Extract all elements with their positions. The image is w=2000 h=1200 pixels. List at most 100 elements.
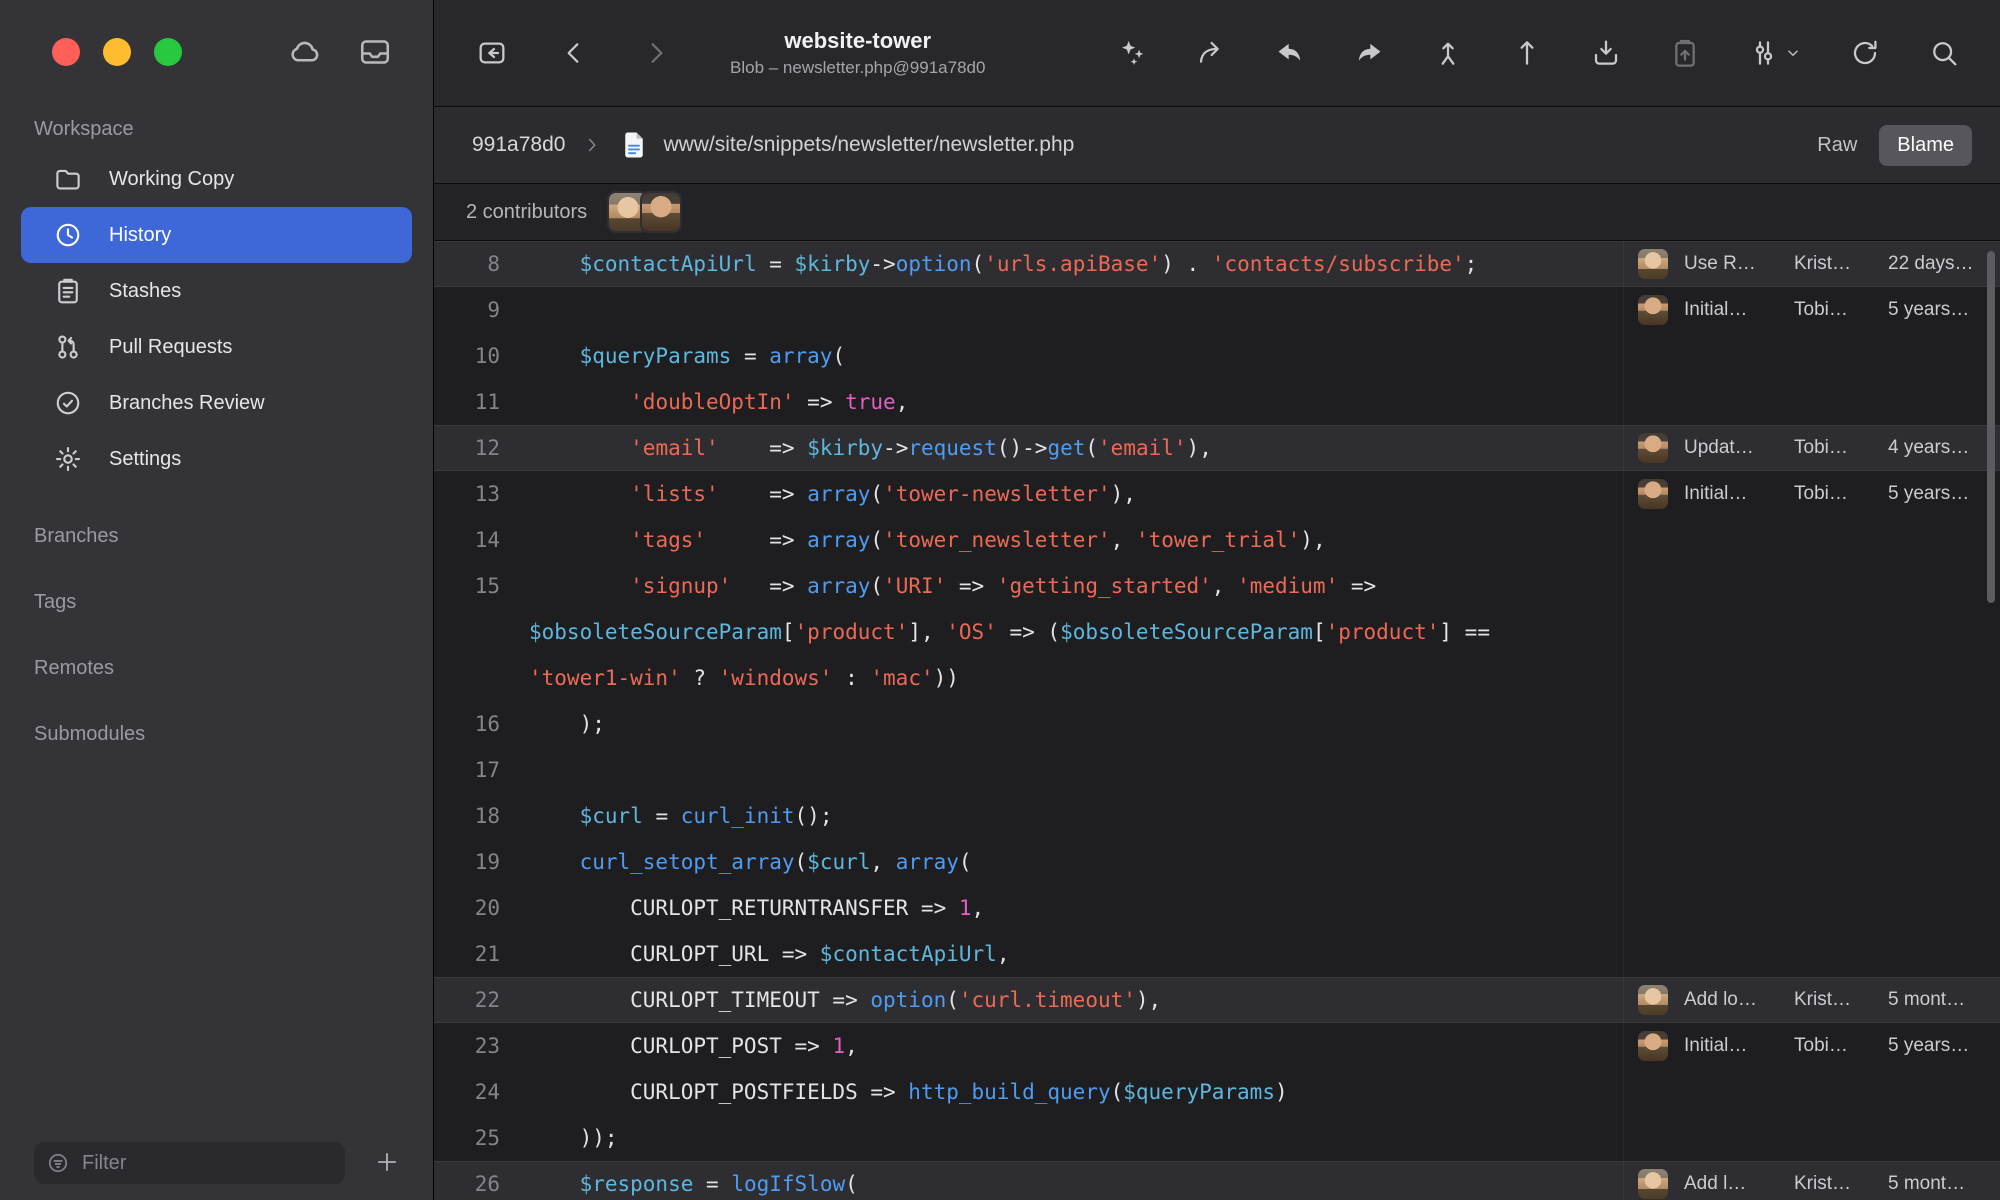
code-line: CURLOPT_URL => $contactApiUrl, <box>529 942 1010 966</box>
code-row[interactable]: 21 CURLOPT_URL => $contactApiUrl, <box>434 931 2000 977</box>
cloud-icon[interactable] <box>287 34 323 70</box>
sidebar-item-settings[interactable]: Settings <box>21 431 412 487</box>
code-row[interactable]: 'tower1-win' ? 'windows' : 'mac')) <box>434 655 2000 701</box>
push-button[interactable] <box>1511 37 1543 69</box>
back-button[interactable] <box>558 37 590 69</box>
blame-annotation[interactable]: Initial… Tobi… 5 years… <box>1624 471 2000 517</box>
folder-icon <box>53 164 83 194</box>
code-row[interactable]: 10 $queryParams = array( <box>434 333 2000 379</box>
tower-window: Workspace Working Copy History Stashes Pull… <box>0 0 2000 1200</box>
view-options-button[interactable] <box>1748 37 1802 69</box>
filter-input[interactable] <box>80 1150 333 1176</box>
close-window-button[interactable] <box>52 38 80 66</box>
code-row[interactable]: 22 CURLOPT_TIMEOUT => option('curl.timeo… <box>434 977 2000 1023</box>
sidebar-item-working-copy[interactable]: Working Copy <box>21 151 412 207</box>
gear-icon <box>53 444 83 474</box>
blame-annotation[interactable]: Add l… Krist… 5 mont… <box>1624 1161 2000 1200</box>
code-row[interactable]: 11 'doubleOptIn' => true, <box>434 379 2000 425</box>
code-line: $queryParams = array( <box>579 344 846 368</box>
undo-button[interactable] <box>1274 37 1306 69</box>
add-button[interactable] <box>363 1142 411 1182</box>
view-box-icon <box>476 37 508 69</box>
blame-annotation[interactable]: Initial… Tobi… 5 years… <box>1624 1023 2000 1069</box>
review-icon <box>53 388 83 418</box>
stash-icon <box>53 276 83 306</box>
blame-annotation[interactable]: Updat… Tobi… 4 years… <box>1624 425 2000 471</box>
code-row[interactable]: 19 curl_setopt_array($curl, array( <box>434 839 2000 885</box>
sidebar-group-submodules[interactable]: Submodules <box>0 701 433 767</box>
code-row[interactable]: 12 'email' => $kirby->request()->get('em… <box>434 425 2000 471</box>
redo-icon <box>1353 37 1385 69</box>
clipboard-button[interactable] <box>1669 37 1701 69</box>
tray-icon[interactable] <box>357 34 393 70</box>
code-row[interactable]: 18 $curl = curl_init(); <box>434 793 2000 839</box>
zoom-window-button[interactable] <box>154 38 182 66</box>
sidebar-groups: Branches Tags Remotes Submodules <box>0 503 433 767</box>
avatar-tobias[interactable] <box>640 191 683 233</box>
code-row[interactable]: 25 )); <box>434 1115 2000 1161</box>
code-row[interactable]: 16 ); <box>434 701 2000 747</box>
sidebar-item-pull-requests[interactable]: Pull Requests <box>21 319 412 375</box>
archive-button[interactable] <box>1590 37 1622 69</box>
code-row[interactable]: 24 CURLOPT_POSTFIELDS => http_build_quer… <box>434 1069 2000 1115</box>
code-row[interactable]: 13 'lists' => array('tower-newsletter'),… <box>434 471 2000 517</box>
adjust-icon <box>1748 37 1780 69</box>
sidebar-item-stashes[interactable]: Stashes <box>21 263 412 319</box>
checkout-icon <box>1432 37 1464 69</box>
view-box-button[interactable] <box>476 37 508 69</box>
blame-date: 5 years… <box>1888 299 1970 320</box>
checkout-button[interactable] <box>1432 37 1464 69</box>
blame-message: Use R… <box>1684 253 1756 274</box>
toolbar: website-tower Blob – newsletter.php@991a… <box>434 0 2000 107</box>
wand-button[interactable] <box>1116 37 1148 69</box>
line-number: 26 <box>474 1172 500 1196</box>
export-button[interactable] <box>1195 37 1227 69</box>
breadcrumb-commit[interactable]: 991a78d0 <box>472 133 565 157</box>
code-row[interactable]: 9 Initial… Tobi… 5 years… <box>434 287 2000 333</box>
sidebar-item-history[interactable]: History <box>21 207 412 263</box>
sidebar-item-label: Stashes <box>109 279 182 302</box>
sidebar-group-remotes[interactable]: Remotes <box>0 635 433 701</box>
code-row[interactable]: 20 CURLOPT_RETURNTRANSFER => 1, <box>434 885 2000 931</box>
blame-annotation[interactable]: Initial… Tobi… 5 years… <box>1624 287 2000 333</box>
undo-icon <box>1274 37 1306 69</box>
blame-date: 5 years… <box>1888 483 1970 504</box>
blame-message: Add lo… <box>1684 989 1757 1010</box>
forward-button[interactable] <box>640 37 672 69</box>
filter-icon <box>46 1151 70 1175</box>
code-row[interactable]: 14 'tags' => array('tower_newsletter', '… <box>434 517 2000 563</box>
line-number: 19 <box>474 850 500 874</box>
search-button[interactable] <box>1928 37 1960 69</box>
toolbar-left <box>476 37 672 69</box>
code-row[interactable]: 23 CURLOPT_POST => 1, Initial… Tobi… 5 year… <box>434 1023 2000 1069</box>
blame-annotation[interactable]: Use R… Krist… 22 days… <box>1624 241 2000 287</box>
redo-button[interactable] <box>1353 37 1385 69</box>
sidebar-item-branches-review[interactable]: Branches Review <box>21 375 412 431</box>
code-row[interactable]: 15 'signup' => array('URI' => 'getting_s… <box>434 563 2000 609</box>
code-row[interactable]: 17 <box>434 747 2000 793</box>
blame-view-button[interactable]: Blame <box>1879 124 1972 166</box>
minimize-window-button[interactable] <box>103 38 131 66</box>
wand-icon <box>1116 37 1148 69</box>
code-line: CURLOPT_POSTFIELDS => http_build_query($… <box>529 1080 1288 1104</box>
blame-annotation[interactable]: Add lo… Krist… 5 mont… <box>1624 977 2000 1023</box>
refresh-button[interactable] <box>1849 37 1881 69</box>
search-icon <box>1928 37 1960 69</box>
code-row[interactable]: $obsoleteSourceParam['product'], 'OS' =>… <box>434 609 2000 655</box>
code-row[interactable]: 8 $contactApiUrl = $kirby->option('urls.… <box>434 241 2000 287</box>
code-line: $curl = curl_init(); <box>579 804 833 828</box>
blame-date: 22 days… <box>1888 253 1974 274</box>
line-number: 20 <box>474 896 500 920</box>
raw-view-button[interactable]: Raw <box>1807 126 1867 165</box>
scrollbar-thumb[interactable] <box>1987 251 1995 603</box>
blame-message: Initial… <box>1684 1035 1748 1056</box>
contributors-label: 2 contributors <box>466 200 588 223</box>
blame-message: Initial… <box>1684 483 1748 504</box>
sidebar-group-tags[interactable]: Tags <box>0 569 433 635</box>
file-icon <box>619 130 649 160</box>
line-number: 16 <box>474 712 500 736</box>
blame-message: Initial… <box>1684 299 1748 320</box>
code-row[interactable]: 26 $response = logIfSlow(Add l… Krist… 5 m… <box>434 1161 2000 1200</box>
main-panel: website-tower Blob – newsletter.php@991a… <box>434 0 2000 1200</box>
sidebar-group-branches[interactable]: Branches <box>0 503 433 569</box>
